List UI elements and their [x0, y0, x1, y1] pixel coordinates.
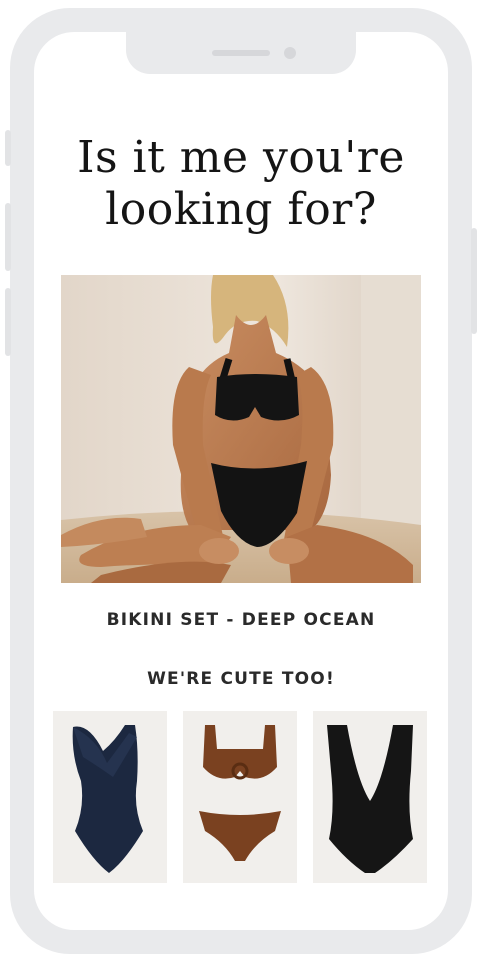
silent-switch	[5, 130, 11, 166]
headline: Is it me you're looking for?	[34, 132, 448, 236]
product-name[interactable]: BIKINI SET - DEEP OCEAN	[34, 610, 448, 630]
volume-down-button	[5, 288, 11, 356]
navy-ruffle-swimsuit-icon	[72, 725, 143, 873]
headline-line-2: looking for?	[105, 184, 377, 235]
brown-ring-bikini-icon	[199, 725, 281, 861]
power-button	[471, 228, 477, 334]
section-title: WE'RE CUTE TOO!	[147, 669, 335, 689]
notch	[126, 32, 356, 74]
black-plunge-swimsuit-icon	[327, 725, 413, 873]
phone-frame: Is it me you're looking for? BIKINI SET …	[5, 8, 477, 954]
related-products	[53, 711, 429, 883]
hero-image[interactable]	[61, 275, 421, 583]
thumbnail-black-swimsuit[interactable]	[313, 711, 427, 883]
thumbnail-navy-swimsuit[interactable]	[53, 711, 167, 883]
speaker-icon	[212, 50, 270, 56]
camera-icon	[284, 47, 296, 59]
thumbnail-brown-bikini[interactable]	[183, 711, 297, 883]
bikini-model-photo-icon	[61, 275, 421, 583]
volume-up-button	[5, 203, 11, 271]
phone-screen: Is it me you're looking for? BIKINI SET …	[34, 32, 448, 930]
headline-line-1: Is it me you're	[77, 132, 405, 183]
